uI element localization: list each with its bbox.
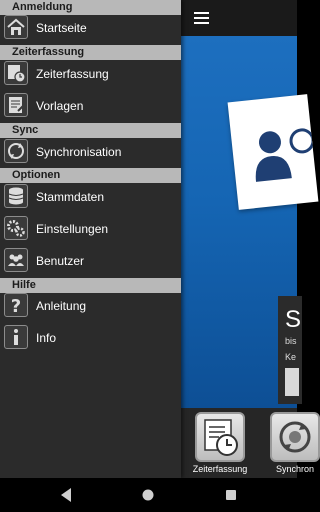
drawer-item-label: Einstellungen — [36, 222, 109, 236]
drawer-item-vorlagen[interactable]: Vorlagen — [0, 90, 181, 122]
home-icon — [4, 15, 28, 39]
drawer-item-benutzer[interactable]: Benutzer — [0, 245, 181, 277]
bottom-bar-label: Synchron — [275, 464, 315, 474]
question-icon: ? — [4, 293, 28, 317]
users-icon — [4, 248, 28, 272]
bottom-bar-zeiterfassung[interactable]: Zeiterfassung — [182, 412, 258, 478]
info-icon — [4, 325, 28, 349]
drawer-item-label: Startseite — [36, 21, 87, 35]
drawer-item-synchronisation[interactable]: Synchronisation — [0, 136, 181, 168]
drawer-item-einstellungen[interactable]: Einstellungen — [0, 213, 181, 245]
app-bar — [181, 0, 297, 36]
welcome-line-2: Ke — [285, 352, 297, 362]
drawer-item-anleitung[interactable]: ? Anleitung — [0, 290, 181, 322]
template-icon — [4, 93, 28, 117]
users-illustration-card — [227, 94, 319, 210]
sync-icon — [4, 139, 28, 163]
drawer-item-stammdaten[interactable]: Stammdaten — [0, 181, 181, 213]
system-navigation-bar — [0, 478, 297, 512]
welcome-heading: S — [285, 306, 302, 333]
welcome-line-1: bis — [285, 336, 297, 346]
menu-icon[interactable] — [194, 12, 209, 24]
drawer-item-startseite[interactable]: Startseite — [0, 12, 181, 44]
drawer-item-label: Vorlagen — [36, 99, 84, 113]
bottom-bar-label: Zeiterfassung — [192, 464, 248, 474]
bottom-bar-synchronisation[interactable]: Synchron — [257, 412, 320, 478]
clock-icon — [4, 61, 28, 85]
welcome-button[interactable] — [285, 368, 299, 396]
drawer-item-zeiterfassung[interactable]: Zeiterfassung — [0, 58, 181, 90]
database-icon — [4, 184, 28, 208]
drawer-item-label: Anleitung — [36, 299, 87, 313]
users-icon — [255, 128, 315, 182]
svg-text:?: ? — [11, 296, 21, 316]
drawer-item-label: Info — [36, 331, 57, 345]
sync-icon — [270, 412, 320, 462]
back-icon[interactable] — [61, 488, 71, 502]
recents-icon[interactable] — [226, 490, 236, 500]
home-nav-icon[interactable] — [142, 489, 154, 501]
drawer-item-label: Stammdaten — [36, 190, 105, 204]
drawer-item-info[interactable]: Info — [0, 322, 181, 354]
drawer-item-label: Benutzer — [36, 254, 85, 268]
clock-icon — [195, 412, 245, 462]
navigation-drawer: Anmeldung Startseite Zeiterfassung Zeite… — [0, 0, 181, 478]
drawer-item-label: Synchronisation — [36, 145, 122, 159]
drawer-item-label: Zeiterfassung — [36, 67, 109, 81]
gears-icon — [4, 216, 28, 240]
bottom-bar: Zeiterfassung Synchron — [181, 408, 320, 478]
